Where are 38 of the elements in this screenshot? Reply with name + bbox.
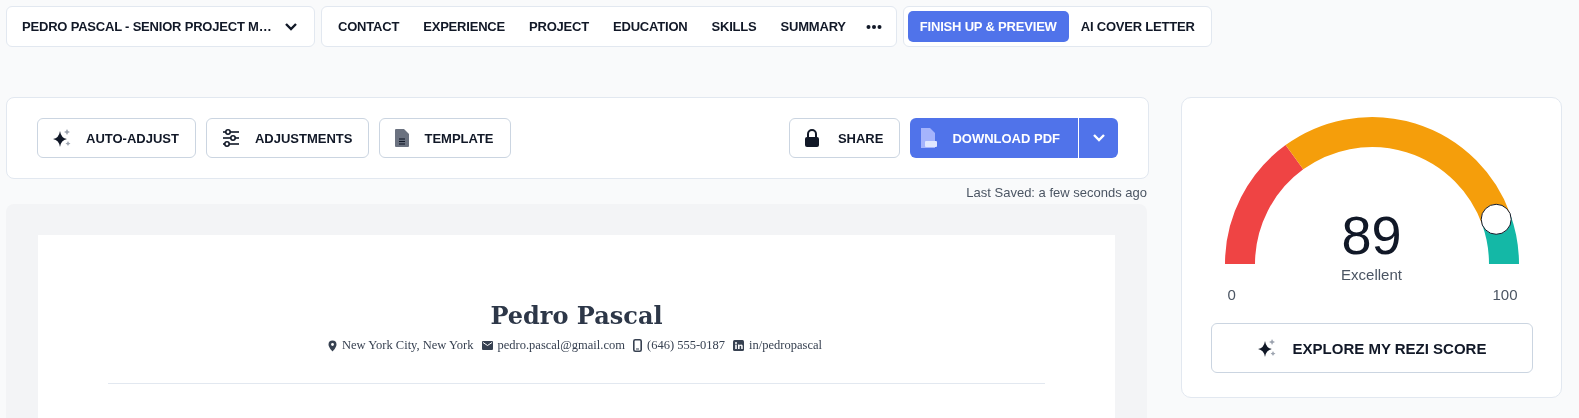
envelope-icon bbox=[481, 341, 493, 350]
section-tab[interactable]: CONTACT bbox=[326, 11, 412, 42]
contact-text: in/pedropascal bbox=[749, 338, 822, 353]
phone-icon bbox=[632, 339, 642, 352]
toolbar-button[interactable]: TEMPLATE bbox=[379, 118, 511, 158]
toolbar-button[interactable]: AUTO-ADJUST bbox=[37, 118, 196, 158]
download-pdf-button[interactable]: DOWNLOAD PDF bbox=[910, 118, 1078, 158]
location-pin-icon bbox=[328, 339, 337, 352]
scale-max: 100 bbox=[1492, 286, 1518, 303]
score-rating: Excellent bbox=[1340, 266, 1403, 283]
section-tab[interactable]: EDUCATION bbox=[601, 11, 700, 42]
lock-icon bbox=[803, 129, 820, 147]
sliders-icon bbox=[220, 128, 241, 148]
score-value: 89 bbox=[1340, 208, 1403, 262]
last-saved-text: Last Saved: a few seconds ago bbox=[965, 184, 1148, 202]
share-button[interactable]: SHARE bbox=[788, 118, 901, 158]
resume-selector[interactable]: PEDRO PASCAL - SENIOR PROJECT M… bbox=[6, 6, 315, 47]
document-icon bbox=[394, 128, 411, 148]
toolbar-button[interactable]: ADJUSTMENTS bbox=[205, 118, 370, 158]
sparkle-icon bbox=[52, 128, 72, 148]
explore-score-button[interactable]: EXPLORE MY REZI SCORE bbox=[1210, 323, 1533, 373]
chevron-down-icon bbox=[1091, 133, 1106, 143]
step-tab[interactable]: AI COVER LETTER bbox=[1068, 11, 1207, 42]
more-icon[interactable] bbox=[865, 23, 882, 30]
scale-min: 0 bbox=[1227, 286, 1236, 303]
section-tab[interactable]: PROJECT bbox=[517, 11, 601, 42]
contact-text: New York City, New York bbox=[342, 338, 474, 353]
contact-text: (646) 555-0187 bbox=[646, 338, 726, 353]
section-tab[interactable]: SKILLS bbox=[699, 11, 769, 42]
step-tab[interactable]: FINISH UP & PREVIEW bbox=[907, 11, 1069, 42]
pdf-file-icon bbox=[920, 127, 939, 149]
section-tab[interactable]: SUMMARY bbox=[768, 11, 858, 42]
contact-text: pedro.pascal@gmail.com bbox=[497, 338, 625, 353]
chevron-down-icon bbox=[284, 21, 298, 32]
linkedin-icon bbox=[733, 340, 745, 351]
section-tab[interactable]: EXPERIENCE bbox=[411, 11, 517, 42]
resume-name: Pedro Pascal bbox=[489, 301, 664, 330]
download-options-button[interactable] bbox=[1078, 118, 1118, 158]
